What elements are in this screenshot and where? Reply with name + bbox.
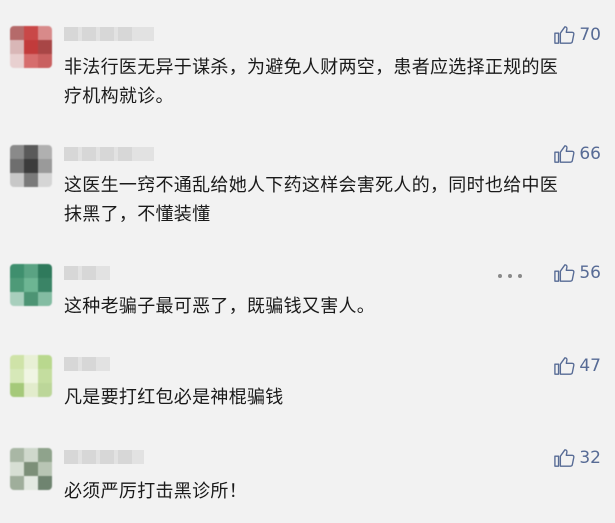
more-dots-icon[interactable] (498, 270, 522, 282)
avatar[interactable] (10, 355, 52, 397)
avatar[interactable] (10, 448, 52, 490)
thumbs-up-icon (554, 357, 575, 375)
thumbs-up-icon (554, 26, 575, 44)
avatar[interactable] (10, 145, 52, 187)
like-count: 66 (579, 144, 601, 164)
comment-text: 这种老骗子最可恶了，既骗钱又害人。 (64, 296, 376, 317)
username-blurred[interactable] (64, 357, 110, 371)
like-count: 70 (579, 25, 601, 45)
like-count: 32 (579, 448, 601, 468)
avatar[interactable] (10, 26, 52, 68)
like-count: 56 (579, 263, 601, 283)
username-blurred[interactable] (64, 450, 144, 464)
like-button[interactable]: 56 (553, 263, 601, 283)
comment-text: 必须严厉打击黑诊所！ (64, 481, 247, 502)
username-blurred[interactable] (64, 147, 154, 161)
thumbs-up-icon (554, 449, 575, 467)
thumbs-up-icon (554, 264, 575, 282)
username-blurred[interactable] (64, 27, 154, 41)
comment-text: 凡是要打红包必是神棍骗钱 (64, 387, 284, 408)
comment-text: 这医生一窍不通乱给她人下药这样会害死人的，同时也给中医抹黑了，不懂装懂 (64, 175, 559, 225)
comment-text: 非法行医无异于谋杀，为避免人财两空，患者应选择正规的医疗机构就诊。 (64, 57, 559, 107)
like-button[interactable]: 70 (553, 25, 601, 45)
like-count: 47 (579, 356, 601, 376)
username-blurred[interactable] (64, 266, 110, 280)
thumbs-up-icon (554, 145, 575, 163)
like-button[interactable]: 32 (553, 448, 601, 468)
like-button[interactable]: 66 (553, 144, 601, 164)
like-button[interactable]: 47 (553, 356, 601, 376)
avatar[interactable] (10, 264, 52, 306)
